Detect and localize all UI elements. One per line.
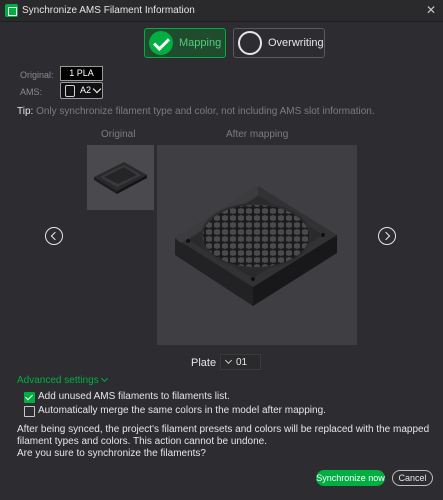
overwriting-mode-button[interactable]: Overwriting: [233, 28, 325, 58]
merge-colors-label: Automatically merge the same colors in t…: [38, 405, 326, 416]
app-logo-icon: [5, 4, 18, 17]
original-preview-thumbnail: [87, 145, 154, 210]
chevron-down-icon: [224, 356, 233, 365]
after-mapping-preview: [157, 145, 357, 345]
ams-label: AMS:: [20, 87, 43, 97]
mapping-mode-button[interactable]: Mapping: [144, 28, 226, 58]
merge-colors-checkbox[interactable]: [24, 406, 35, 417]
add-unused-filaments-label: Add unused AMS filaments to filaments li…: [38, 391, 230, 402]
tip-text: Only synchronize filament type and color…: [36, 106, 375, 117]
chevron-down-icon[interactable]: [100, 374, 109, 383]
spool-icon: [65, 85, 75, 97]
tray-model-thumbnail: [94, 162, 147, 194]
advanced-settings-toggle[interactable]: Advanced settings: [17, 375, 99, 386]
warning-text: After being synced, the project's filame…: [17, 424, 437, 460]
warning-line: Are you sure to synchronize the filament…: [17, 448, 206, 459]
tip-key: Tip:: [17, 106, 34, 117]
chevron-down-icon: [92, 84, 102, 94]
after-mapping-preview-header: After mapping: [226, 129, 289, 140]
warning-line: After being synced, the project's filame…: [17, 424, 430, 435]
empty-circle-icon: [238, 31, 262, 55]
warning-line: filament types and colors. This action c…: [17, 436, 267, 447]
tip-line: Tip: Only synchronize filament type and …: [17, 106, 375, 117]
synchronize-now-button[interactable]: Synchronize now: [316, 470, 385, 486]
plate-label: Plate: [191, 357, 217, 369]
check-circle-icon: [149, 31, 173, 55]
close-icon[interactable]: ✕: [424, 3, 438, 17]
tray-model-preview: [175, 186, 337, 306]
add-unused-filaments-checkbox[interactable]: [24, 392, 35, 403]
window-title: Synchronize AMS Filament Information: [22, 5, 195, 16]
original-filament-chip: 1 PLA: [60, 66, 103, 81]
previous-arrow-icon[interactable]: [45, 227, 63, 245]
mapping-mode-label: Mapping: [179, 37, 222, 49]
title-bar: Synchronize AMS Filament Information ✕: [0, 0, 443, 22]
ams-slot-select[interactable]: A2: [60, 82, 103, 99]
plate-value: 01: [236, 357, 248, 368]
ams-slot-value: A2: [80, 85, 92, 95]
original-label: Original:: [20, 70, 54, 80]
plate-select[interactable]: 01: [220, 354, 261, 370]
original-filament-value: 1 PLA: [69, 68, 94, 78]
overwriting-mode-label: Overwriting: [268, 37, 324, 49]
original-preview-header: Original: [101, 129, 136, 140]
cancel-button[interactable]: Cancel: [392, 470, 433, 486]
next-arrow-icon[interactable]: [378, 227, 396, 245]
